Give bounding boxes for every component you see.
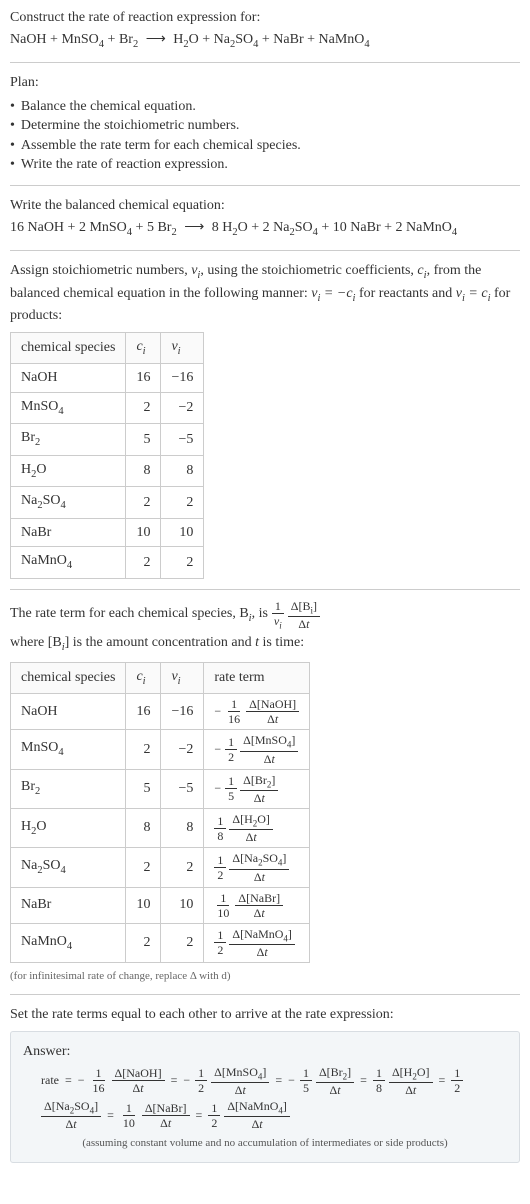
rateterm-table: chemical species ci νi rate term NaOH16−… [10,662,310,963]
prompt-section: Construct the rate of reaction expressio… [10,8,520,52]
rateterm-section: The rate term for each chemical species,… [10,600,520,985]
answer-label: Answer: [23,1042,507,1062]
prompt-text: Construct the rate of reaction expressio… [10,8,520,28]
assign-text: Assign stoichiometric numbers, νi, using… [10,261,520,326]
table-row: NaBr1010110Δ[NaBr]Δt [11,887,310,923]
col-species: chemical species [11,662,126,693]
col-ci: ci [126,662,161,693]
table-header-row: chemical species ci νi rate term [11,662,310,693]
table-row: MnSO42−2−12Δ[MnSO4]Δt [11,730,310,769]
col-species: chemical species [11,332,126,363]
balanced-heading: Write the balanced chemical equation: [10,196,520,216]
rateterm-text: The rate term for each chemical species,… [10,600,520,656]
table-row: Br25−5−15Δ[Br2]Δt [11,769,310,808]
arrow-icon: ⟶ [142,32,170,47]
plan-section: Plan: •Balance the chemical equation. •D… [10,73,520,175]
table-row: NaBr1010 [11,518,204,547]
assign-section: Assign stoichiometric numbers, νi, using… [10,261,520,579]
bullet-icon: • [10,136,15,156]
bullet-icon: • [10,97,15,117]
table-row: H2O8818Δ[H2O]Δt [11,808,310,847]
table-row: NaOH16−16 [11,364,204,393]
plan-heading: Plan: [10,73,520,93]
divider [10,62,520,63]
bullet-icon: • [10,155,15,175]
list-item: •Determine the stoichiometric numbers. [10,116,520,136]
delta-note: (for infinitesimal rate of change, repla… [10,969,520,984]
table-row: H2O88 [11,455,204,486]
table-row: MnSO42−2 [11,392,204,423]
col-ci: ci [126,332,161,363]
answer-note: (assuming constant volume and no accumul… [23,1136,507,1151]
plan-list: •Balance the chemical equation. •Determi… [10,97,520,175]
balanced-section: Write the balanced chemical equation: 16… [10,196,520,240]
divider [10,250,520,251]
col-vi: νi [161,332,204,363]
divider [10,589,520,590]
fraction: Δ[Bi]Δt [288,600,320,630]
unbalanced-equation: NaOH + MnSO4 + Br2 ⟶ H2O + Na2SO4 + NaBr… [10,30,520,52]
list-item: •Balance the chemical equation. [10,97,520,117]
final-section: Set the rate terms equal to each other t… [10,1005,520,1162]
balanced-equation: 16 NaOH + 2 MnSO4 + 5 Br2 ⟶ 8 H2O + 2 Na… [10,218,520,240]
table-row: Na2SO42212Δ[Na2SO4]Δt [11,848,310,887]
stoich-table: chemical species ci νi NaOH16−16MnSO42−2… [10,332,204,579]
list-item: •Assemble the rate term for each chemica… [10,136,520,156]
table-row: NaOH16−16−116Δ[NaOH]Δt [11,694,310,730]
arrow-icon: ⟶ [180,220,208,235]
list-item: •Write the rate of reaction expression. [10,155,520,175]
final-heading: Set the rate terms equal to each other t… [10,1005,520,1025]
rate-expression: rate=−116Δ[NaOH]Δt=−12Δ[MnSO4]Δt=−15Δ[Br… [41,1066,507,1131]
table-row: Br25−5 [11,424,204,455]
answer-box: Answer: rate=−116Δ[NaOH]Δt=−12Δ[MnSO4]Δt… [10,1031,520,1163]
divider [10,994,520,995]
fraction: 1νi [271,600,285,630]
divider [10,185,520,186]
col-rateterm: rate term [204,662,310,693]
table-row: NaMnO42212Δ[NaMnO4]Δt [11,923,310,962]
col-vi: νi [161,662,204,693]
bullet-icon: • [10,116,15,136]
table-header-row: chemical species ci νi [11,332,204,363]
table-row: NaMnO422 [11,547,204,578]
table-row: Na2SO422 [11,487,204,518]
